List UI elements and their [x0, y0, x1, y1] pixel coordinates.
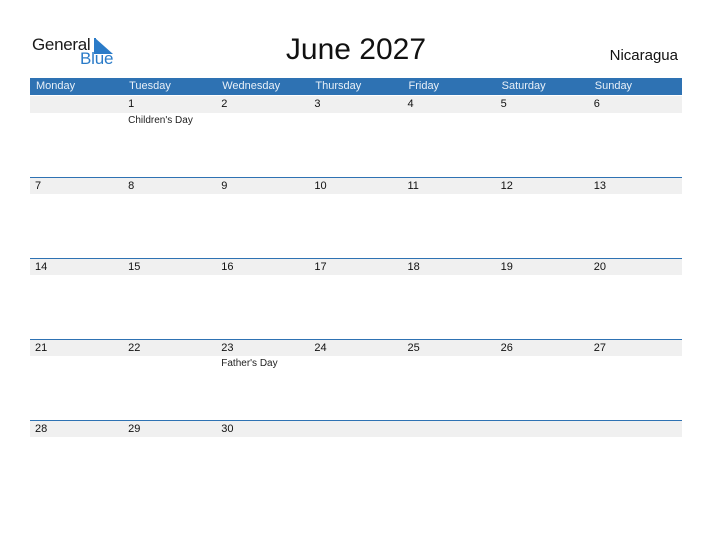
date-band: 14 15 16 17 18 19 20	[30, 258, 682, 275]
day-number: 6	[593, 98, 600, 110]
day-number: 10	[314, 180, 327, 192]
country-label: Nicaragua	[609, 47, 678, 64]
weekday-wednesday: Wednesday	[222, 80, 281, 92]
day-number: 18	[407, 261, 420, 273]
day-number: 8	[128, 180, 135, 192]
holiday-label	[309, 437, 402, 438]
calendar-title: June 2027	[285, 33, 427, 66]
holiday-label	[123, 194, 216, 195]
holiday-label	[403, 437, 496, 438]
week-row: 14 15 16 17 18 19 20	[30, 258, 682, 276]
event-row	[30, 437, 682, 438]
holiday-label	[123, 275, 216, 276]
weekday-saturday: Saturday	[501, 80, 546, 92]
holiday-label	[216, 194, 309, 195]
day-number: 15	[128, 261, 141, 273]
day-number	[496, 421, 589, 437]
day-number: 5	[500, 98, 507, 110]
week-row: 7 8 9 10 11 12 13	[30, 177, 682, 195]
holiday-label	[309, 356, 402, 371]
day-number: 29	[128, 423, 141, 435]
weekday-sunday: Sunday	[594, 80, 633, 92]
week-row: 1 2 3 4 5 6 Children's Day	[30, 96, 682, 128]
event-row: Father's Day	[30, 356, 682, 371]
holiday-label	[589, 275, 682, 276]
holiday-label	[216, 113, 309, 128]
holiday-label	[589, 113, 682, 128]
day-number: 7	[35, 180, 42, 192]
holiday-label: Father's Day	[221, 358, 278, 369]
holiday-label	[496, 194, 589, 195]
day-number	[589, 421, 682, 437]
holiday-label	[403, 356, 496, 371]
event-row	[30, 275, 682, 276]
day-number: 11	[407, 180, 419, 192]
holiday-label	[30, 194, 123, 195]
day-number: 30	[221, 423, 234, 435]
date-band: 28 29 30	[30, 420, 682, 437]
day-number: 20	[593, 261, 606, 273]
day-number: 4	[407, 98, 414, 110]
day-number: 14	[35, 261, 48, 273]
holiday-label	[496, 437, 589, 438]
weekday-monday: Monday	[36, 80, 76, 92]
week-row: 28 29 30	[30, 420, 682, 438]
day-number: 3	[314, 98, 321, 110]
day-number: 24	[314, 342, 327, 354]
holiday-label	[216, 275, 309, 276]
weekday-tuesday: Tuesday	[129, 80, 171, 92]
holiday-label	[403, 275, 496, 276]
holiday-label	[496, 275, 589, 276]
week-row: 21 22 23 24 25 26 27 Father's Day	[30, 339, 682, 371]
holiday-label	[123, 356, 216, 371]
holiday-label	[589, 356, 682, 371]
holiday-label	[30, 356, 123, 371]
holiday-label	[496, 356, 589, 371]
holiday-label	[403, 194, 496, 195]
day-number: 12	[500, 180, 513, 192]
holiday-label	[30, 275, 123, 276]
holiday-label	[309, 275, 402, 276]
event-row: Children's Day	[30, 113, 682, 128]
event-row	[30, 194, 682, 195]
holiday-label	[216, 437, 309, 438]
holiday-label	[589, 194, 682, 195]
day-number: 13	[593, 180, 606, 192]
day-number: 23	[221, 342, 234, 354]
holiday-label	[589, 437, 682, 438]
weekday-friday: Friday	[408, 80, 440, 92]
holiday-label	[309, 194, 402, 195]
holiday-label	[123, 437, 216, 438]
day-number: 22	[128, 342, 141, 354]
day-number: 2	[221, 98, 228, 110]
day-number: 25	[407, 342, 420, 354]
day-number: 27	[593, 342, 606, 354]
day-number: 16	[221, 261, 234, 273]
day-number: 28	[35, 423, 48, 435]
weekday-header: Monday Tuesday Wednesday Thursday Friday…	[30, 78, 682, 95]
holiday-label	[30, 437, 123, 438]
date-band: 21 22 23 24 25 26 27	[30, 339, 682, 356]
day-number: 9	[221, 180, 228, 192]
holiday-label: Children's Day	[128, 115, 193, 126]
holiday-label	[30, 113, 123, 128]
day-number: 19	[500, 261, 513, 273]
day-number: 17	[314, 261, 327, 273]
holiday-label	[403, 113, 496, 128]
date-band: 7 8 9 10 11 12 13	[30, 177, 682, 194]
day-number	[403, 421, 496, 437]
date-band: 1 2 3 4 5 6	[30, 96, 682, 113]
day-number	[30, 96, 123, 113]
holiday-label	[496, 113, 589, 128]
holiday-label	[309, 113, 402, 128]
day-number: 21	[35, 342, 48, 354]
weekday-thursday: Thursday	[315, 80, 362, 92]
day-number	[309, 421, 402, 437]
day-number: 26	[500, 342, 513, 354]
day-number: 1	[128, 98, 135, 110]
